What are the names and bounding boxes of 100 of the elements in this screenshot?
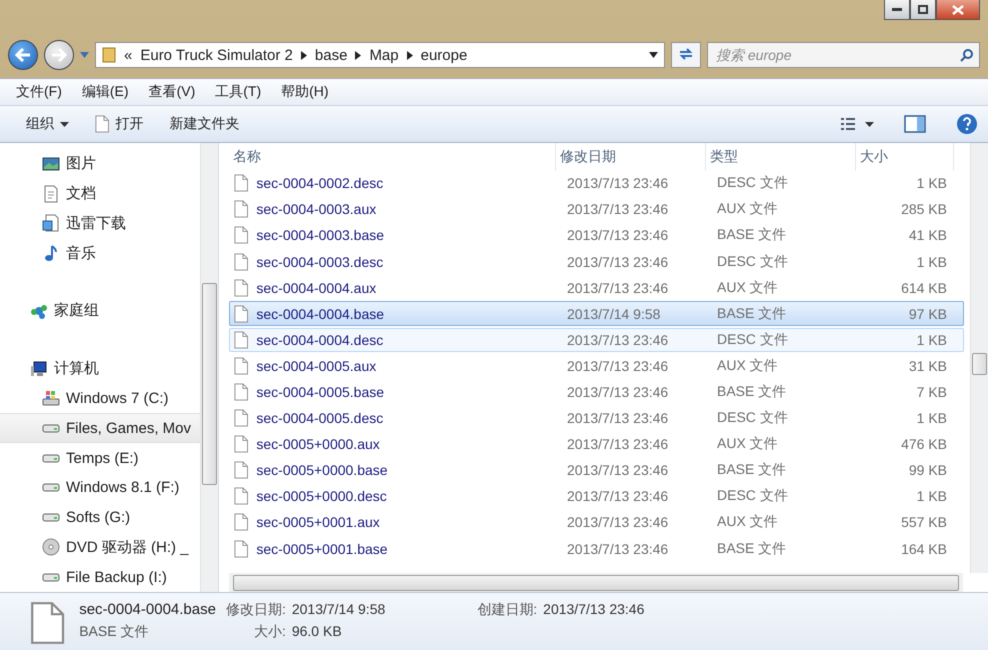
file-row[interactable]: sec-0004-0004.aux 2013/7/13 23:46 AUX 文件 614 KB: [229, 275, 964, 300]
file-icon: [234, 304, 248, 323]
file-row[interactable]: sec-0004-0003.aux 2013/7/13 23:46 AUX 文件 285 KB: [229, 197, 964, 222]
type-cell-text: AUX 文件: [716, 278, 779, 297]
file-row[interactable]: sec-0005+0000.aux 2013/7/13 23:46 AUX 文件 476 KB: [229, 432, 964, 456]
file-icon: [234, 540, 248, 558]
size-cell-text: 164 KB: [900, 540, 947, 557]
date-cell-text: 2013/7/13 23:46: [566, 410, 670, 426]
file-icon: [234, 200, 248, 218]
file-icon: [234, 487, 248, 506]
file-name: sec-0005+0000.base: [230, 461, 557, 480]
date-cell-text: 2013/7/13 23:46: [566, 436, 670, 452]
navigation-item[interactable]: Softs (G:): [0, 502, 200, 532]
file-name: sec-0005+0000.desc: [230, 487, 557, 506]
scrollbar[interactable]: [970, 143, 988, 573]
music-note-icon: [42, 244, 60, 262]
breadcrumb-item[interactable]: europe: [420, 46, 468, 64]
details-file-name: sec-0004-0004.base: [79, 601, 216, 619]
search-field[interactable]: 搜索 europe: [707, 42, 980, 68]
new-folder-button[interactable]: 新建文件夹: [163, 112, 246, 136]
file-row[interactable]: sec-0004-0005.aux 2013/7/13 23:46 AUX 文件 31 KB: [229, 354, 964, 378]
file-icon: [234, 226, 248, 244]
back-button[interactable]: [8, 40, 38, 70]
date-cell-text: 2013/7/13 23:46: [566, 462, 670, 478]
size-cell-text: 99 KB: [908, 462, 947, 478]
chevron-icon[interactable]: [355, 50, 362, 60]
file-icon: [95, 115, 110, 133]
size-cell-text: 476 KB: [900, 436, 947, 452]
chevron-icon[interactable]: [406, 50, 413, 60]
navigation-item[interactable]: DVD 驱动器 (H:) _: [0, 532, 200, 562]
navigation-item[interactable]: 音乐: [0, 238, 200, 268]
file-row[interactable]: sec-0004-0004.desc 2013/7/13 23:46 DESC 文件 1 KB: [229, 328, 964, 352]
address-bar[interactable]: « Euro Truck Simulator 2 base Map europe: [95, 42, 665, 68]
maximize-button[interactable]: [910, 0, 936, 20]
menu-item[interactable]: 帮助(H): [273, 81, 337, 103]
navigation-item[interactable]: Files, Games, Mov: [0, 413, 200, 444]
refresh-button[interactable]: [671, 42, 701, 68]
navigation-item[interactable]: Windows 7 (C:): [0, 384, 200, 414]
navigation-item[interactable]: 计算机: [0, 354, 200, 384]
size-cell-text: 614 KB: [900, 280, 947, 296]
breadcrumb-overflow[interactable]: «: [124, 46, 132, 64]
breadcrumb-item[interactable]: Euro Truck Simulator 2: [140, 46, 293, 64]
file-icon: [234, 330, 248, 349]
horizontal-scrollbar[interactable]: [229, 573, 963, 592]
menu-item[interactable]: 工具(T): [207, 81, 270, 103]
file-row[interactable]: sec-0005+0000.desc 2013/7/13 23:46 DESC 文件 1 KB: [229, 484, 964, 509]
maximize-icon: [918, 5, 928, 14]
navigation-item[interactable]: Temps (E:): [0, 443, 200, 473]
file-icon: [234, 383, 248, 401]
file-icon: [234, 513, 248, 532]
size-cell-text: 97 KB: [908, 306, 947, 322]
date-cell-text: 2013/7/13 23:46: [566, 514, 670, 530]
preview-pane-icon[interactable]: [904, 115, 926, 133]
details-file-type: BASE 文件: [79, 623, 150, 641]
navigation-item[interactable]: File Backup (I:): [0, 562, 200, 592]
type-cell-text: BASE 文件: [716, 540, 788, 558]
date-cell-text: 2013/7/13 23:46: [566, 201, 670, 218]
details-value: 2013/7/14 9:58: [292, 601, 386, 619]
type-cell-text: DESC 文件: [716, 252, 789, 271]
file-row[interactable]: sec-0005+0000.base 2013/7/13 23:46 BASE 文件 99 KB: [229, 458, 964, 483]
date-cell-text: 2013/7/13 23:46: [566, 227, 670, 244]
menu-item[interactable]: 编辑(E): [74, 81, 137, 103]
file-row[interactable]: sec-0004-0003.desc 2013/7/13 23:46 DESC 文件 1 KB: [229, 249, 964, 274]
details-value: 96.0 KB: [292, 623, 343, 641]
navigation-item[interactable]: Windows 8.1 (F:): [0, 472, 200, 503]
navigation-item[interactable]: 图片: [0, 149, 200, 179]
organize-button[interactable]: 组织: [20, 112, 75, 136]
file-row[interactable]: sec-0005+0001.base 2013/7/13 23:46 BASE 文件 164 KB: [229, 536, 964, 561]
scrollbar[interactable]: [200, 143, 218, 592]
file-row[interactable]: sec-0004-0005.base 2013/7/13 23:46 BASE 文件 7 KB: [229, 380, 964, 404]
navigation-item[interactable]: 家庭组: [0, 296, 200, 326]
date-cell-text: 2013/7/13 23:46: [566, 488, 670, 504]
open-button[interactable]: 打开: [89, 112, 150, 136]
view-options-icon[interactable]: [840, 117, 874, 131]
menu-item[interactable]: 查看(V): [140, 81, 204, 103]
date-cell-text: 2013/7/14 9:58: [566, 306, 662, 322]
help-icon[interactable]: [956, 113, 978, 135]
menu-item[interactable]: 文件(F): [8, 81, 70, 103]
dropdown-arrow-icon[interactable]: [649, 52, 658, 58]
file-name: sec-0004-0005.aux: [230, 356, 557, 375]
file-row[interactable]: sec-0004-0003.base 2013/7/13 23:46 BASE 文件 41 KB: [229, 223, 964, 248]
navigation-item[interactable]: 文档: [0, 178, 200, 209]
file-row[interactable]: sec-0004-0005.desc 2013/7/13 23:46 DESC 文件 1 KB: [229, 406, 964, 430]
date-cell-text: 2013/7/13 23:46: [566, 254, 670, 270]
file-row[interactable]: sec-0004-0002.desc 2013/7/13 23:46 DESC 文件 1 KB: [229, 171, 964, 196]
minimize-button[interactable]: [884, 0, 910, 20]
type-cell-text: DESC 文件: [716, 330, 789, 349]
navigation-item[interactable]: 迅雷下载: [0, 208, 200, 238]
chevron-icon[interactable]: [300, 50, 307, 60]
file-row[interactable]: sec-0005+0001.aux 2013/7/13 23:46 AUX 文件 557 KB: [229, 510, 964, 535]
breadcrumb-item[interactable]: Map: [369, 46, 399, 64]
file-row[interactable]: sec-0004-0004.base 2013/7/14 9:58 BASE 文件 97 KB: [229, 301, 964, 326]
size-cell-text: 1 KB: [916, 332, 947, 348]
computer-icon: [30, 360, 48, 378]
close-button[interactable]: [936, 0, 980, 20]
breadcrumb-item[interactable]: base: [314, 46, 348, 64]
file-icon: [234, 252, 248, 271]
forward-button[interactable]: [44, 40, 74, 70]
type-cell-text: AUX 文件: [716, 200, 779, 218]
file-name: sec-0004-0003.desc: [230, 252, 557, 271]
